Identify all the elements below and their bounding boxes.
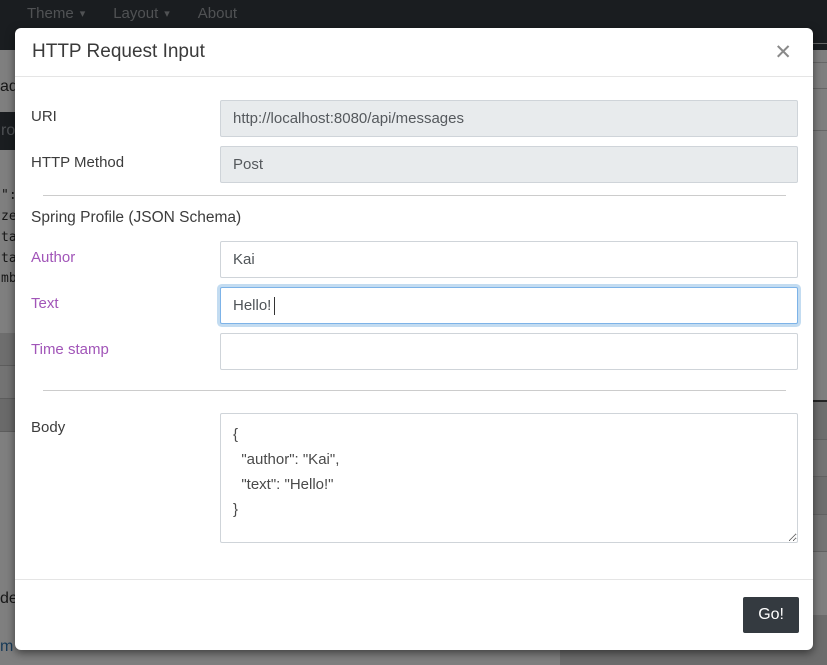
body-label: Body [31, 413, 220, 436]
form-row-uri: URI [31, 100, 798, 137]
section-divider [43, 195, 786, 196]
schema-section-title: Spring Profile (JSON Schema) [31, 209, 798, 227]
time-stamp-input[interactable] [220, 333, 798, 370]
text-label: Text [31, 287, 220, 312]
form-row-time-stamp: Time stamp [31, 333, 798, 370]
body-textarea[interactable]: { "author": "Kai", "text": "Hello!" } [220, 413, 798, 543]
close-icon[interactable]: ✕ [770, 40, 796, 65]
uri-label: URI [31, 100, 220, 125]
go-button[interactable]: Go! [743, 597, 799, 633]
form-row-author: Author [31, 241, 798, 278]
http-method-input [220, 146, 798, 183]
author-label: Author [31, 241, 220, 266]
modal-title: HTTP Request Input [32, 41, 205, 63]
modal-footer: Go! [15, 579, 813, 650]
http-method-label: HTTP Method [31, 146, 220, 171]
form-row-http-method: HTTP Method [31, 146, 798, 183]
time-stamp-label: Time stamp [31, 333, 220, 358]
modal-body: URI HTTP Method Spring Profile (JSON Sch… [15, 77, 813, 543]
form-row-text: Text [31, 287, 798, 324]
author-input[interactable] [220, 241, 798, 278]
uri-input [220, 100, 798, 137]
http-request-modal: HTTP Request Input ✕ URI HTTP Method Spr… [15, 28, 813, 650]
text-input[interactable] [220, 287, 798, 324]
modal-header: HTTP Request Input ✕ [15, 28, 813, 77]
section-divider [43, 390, 786, 391]
form-row-body: Body { "author": "Kai", "text": "Hello!"… [31, 413, 798, 543]
